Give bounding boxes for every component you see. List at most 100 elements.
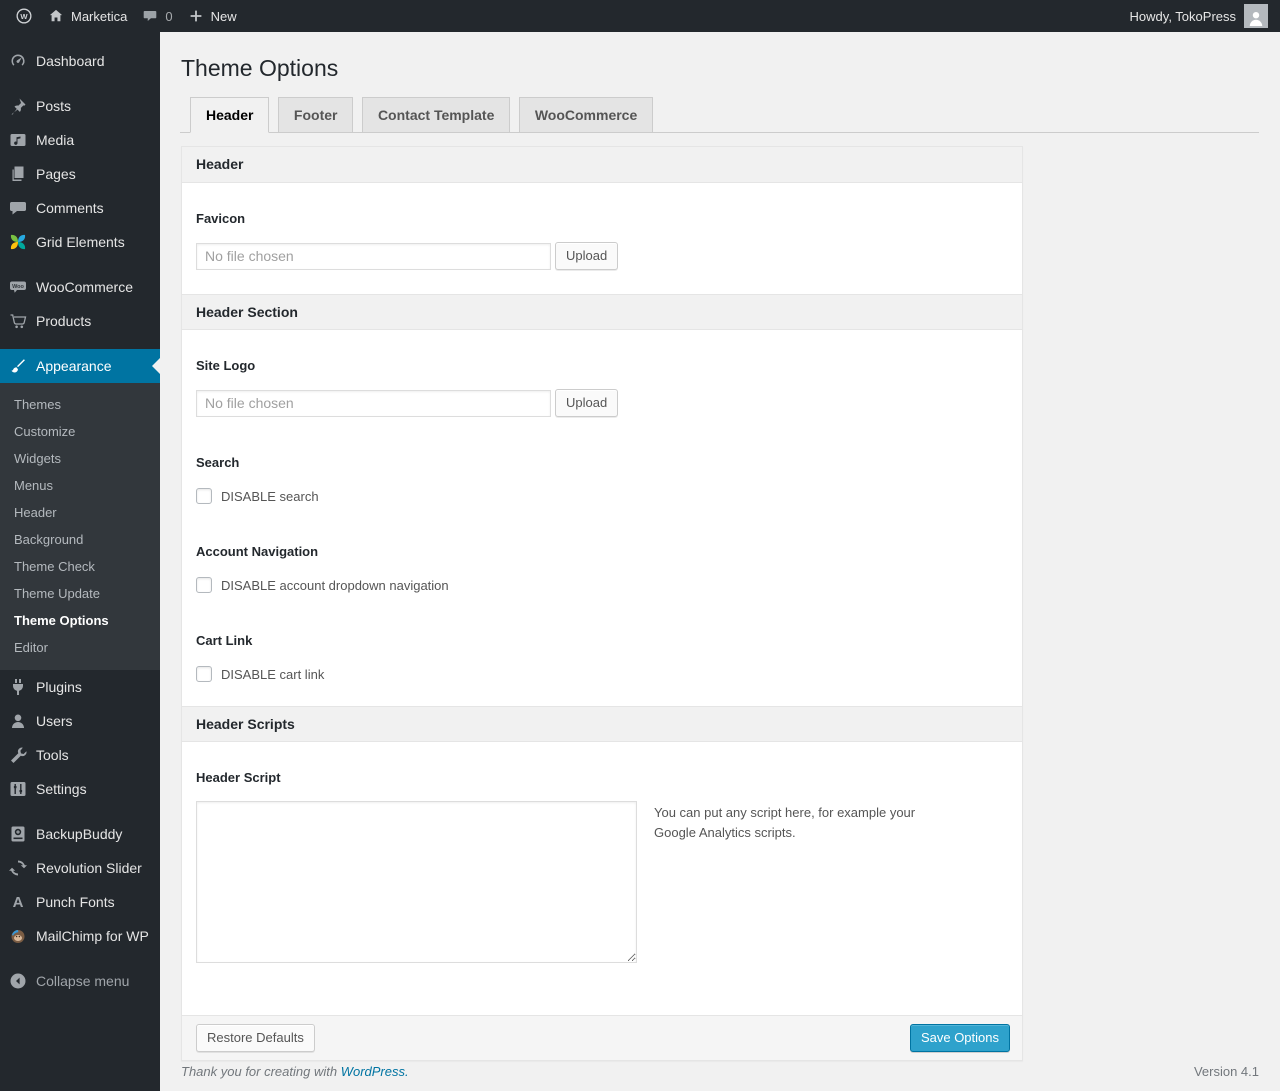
sidebar-item-label: Posts xyxy=(36,98,72,114)
main-content: Theme Options Header Footer Contact Temp… xyxy=(160,32,1280,1091)
submenu-item-editor[interactable]: Editor xyxy=(0,634,160,661)
tab-footer[interactable]: Footer xyxy=(277,97,354,133)
sidebar-item-settings[interactable]: Settings xyxy=(0,772,160,806)
restore-defaults-button[interactable]: Restore Defaults xyxy=(196,1024,315,1052)
tab-woocommerce[interactable]: WooCommerce xyxy=(518,97,654,133)
wordpress-admin-page: W Marketica 0 New Howdy, TokoPress Dashb… xyxy=(0,0,1280,1091)
submenu-item-customize[interactable]: Customize xyxy=(0,418,160,445)
sidebar-item-label: Products xyxy=(36,313,92,329)
tab-bar: Header Footer Contact Template WooCommer… xyxy=(180,97,1259,133)
submenu-item-menus[interactable]: Menus xyxy=(0,472,160,499)
sidebar-item-plugins[interactable]: Plugins xyxy=(0,670,160,704)
disable-account-nav-checkbox[interactable] xyxy=(196,577,212,593)
favicon-label: Favicon xyxy=(196,211,246,226)
sidebar-item-label: MailChimp for WP xyxy=(36,928,149,944)
plugin-icon xyxy=(8,677,28,697)
new-label: New xyxy=(210,8,237,24)
submenu-item-header[interactable]: Header xyxy=(0,499,160,526)
section-body-header-section: Site Logo Upload Search DISABLE search A… xyxy=(182,330,1022,706)
site-logo-upload-button[interactable]: Upload xyxy=(555,389,619,417)
sidebar-item-users[interactable]: Users xyxy=(0,704,160,738)
howdy-account-link[interactable]: Howdy, TokoPress xyxy=(1130,9,1236,24)
site-logo-field: Site Logo Upload xyxy=(196,358,1008,417)
submenu-item-background[interactable]: Background xyxy=(0,526,160,553)
section-header-header-scripts: Header Scripts xyxy=(182,706,1022,742)
sidebar-item-label: Users xyxy=(36,713,73,729)
site-link[interactable]: Marketica xyxy=(40,0,134,32)
active-menu-arrow xyxy=(144,358,160,374)
sidebar-item-dashboard[interactable]: Dashboard xyxy=(0,44,160,78)
sidebar-item-mailchimp[interactable]: MailChimp for WP xyxy=(0,919,160,953)
new-content-button[interactable]: New xyxy=(180,0,244,32)
header-script-help-text: You can put any script here, for example… xyxy=(654,805,916,841)
submenu-item-theme-check[interactable]: Theme Check xyxy=(0,553,160,580)
favicon-file-input[interactable] xyxy=(196,242,551,270)
save-options-button[interactable]: Save Options xyxy=(909,1024,1010,1052)
submenu-item-theme-options[interactable]: Theme Options xyxy=(0,607,160,634)
pin-icon xyxy=(8,96,28,116)
wordpress-link[interactable]: WordPress. xyxy=(341,1064,409,1079)
header-script-textarea[interactable] xyxy=(196,801,637,963)
revolution-slider-icon xyxy=(8,858,28,878)
sidebar-item-label: Pages xyxy=(36,166,76,182)
favicon-upload-button[interactable]: Upload xyxy=(555,242,619,270)
sidebar-item-revolution-slider[interactable]: Revolution Slider xyxy=(0,851,160,885)
grid-elements-icon xyxy=(8,232,28,252)
cart-link-label: Cart Link xyxy=(196,633,253,648)
sidebar-item-appearance[interactable]: Appearance xyxy=(0,349,160,383)
wrench-icon xyxy=(8,745,28,765)
comments-shortcut[interactable]: 0 xyxy=(134,0,179,32)
sidebar-item-backupbuddy[interactable]: BackupBuddy xyxy=(0,817,160,851)
submenu-item-themes[interactable]: Themes xyxy=(0,391,160,418)
disable-search-label: DISABLE search xyxy=(221,488,319,504)
footer-version: Version 4.1 xyxy=(1193,1064,1259,1079)
sidebar-item-label: Dashboard xyxy=(36,53,105,69)
wordpress-logo-icon: W xyxy=(16,8,32,24)
section-header-header-section: Header Section xyxy=(182,294,1022,330)
avatar[interactable] xyxy=(1244,4,1268,28)
sidebar-item-tools[interactable]: Tools xyxy=(0,738,160,772)
sidebar-item-label: Tools xyxy=(36,747,69,763)
sidebar-item-products[interactable]: Products xyxy=(0,304,160,338)
cart-icon xyxy=(8,311,28,331)
site-logo-label: Site Logo xyxy=(196,358,256,373)
sidebar-item-label: Appearance xyxy=(36,358,112,374)
search-label: Search xyxy=(196,455,240,470)
disable-search-checkbox[interactable] xyxy=(196,488,212,504)
site-name: Marketica xyxy=(71,8,128,24)
sidebar-item-media[interactable]: Media xyxy=(0,123,160,157)
collapse-menu-button[interactable]: Collapse menu xyxy=(0,964,160,998)
tab-contact-template[interactable]: Contact Template xyxy=(361,97,511,133)
home-icon xyxy=(49,9,63,22)
favicon-field: Favicon Upload xyxy=(196,211,1008,270)
sidebar-item-grid-elements[interactable]: Grid Elements xyxy=(0,225,160,259)
sidebar-item-woocommerce[interactable]: Woo WooCommerce xyxy=(0,270,160,304)
submenu-item-widgets[interactable]: Widgets xyxy=(0,445,160,472)
sidebar-item-posts[interactable]: Posts xyxy=(0,89,160,123)
panel-footer: Restore Defaults Save Options xyxy=(182,1015,1022,1060)
tab-header[interactable]: Header xyxy=(190,97,270,133)
mailchimp-icon xyxy=(8,926,28,946)
collapse-menu-label: Collapse menu xyxy=(36,973,130,989)
plus-icon xyxy=(190,10,201,22)
admin-sidebar: Dashboard Posts Media Pages Comments Gri… xyxy=(0,32,160,1091)
sidebar-item-label: BackupBuddy xyxy=(36,826,123,842)
search-field: Search DISABLE search xyxy=(196,455,1008,504)
sidebar-item-label: Revolution Slider xyxy=(36,860,142,876)
header-script-field: Header Script You can put any script her… xyxy=(196,770,1008,963)
submenu-item-theme-update[interactable]: Theme Update xyxy=(0,580,160,607)
sidebar-item-punch-fonts[interactable]: A Punch Fonts xyxy=(0,885,160,919)
admin-bar: W Marketica 0 New Howdy, TokoPress xyxy=(0,0,1280,32)
pages-icon xyxy=(8,164,28,184)
section-body-header-scripts: Header Script You can put any script her… xyxy=(182,742,1022,1015)
sidebar-item-comments[interactable]: Comments xyxy=(0,191,160,225)
site-logo-file-input[interactable] xyxy=(196,389,551,417)
disable-cart-link-label: DISABLE cart link xyxy=(221,666,325,682)
wordpress-logo-button[interactable]: W xyxy=(8,0,40,32)
sidebar-item-pages[interactable]: Pages xyxy=(0,157,160,191)
theme-options-panel: Header Favicon Upload Header Section Sit… xyxy=(181,146,1023,1061)
svg-text:Woo: Woo xyxy=(12,284,24,290)
sidebar-item-label: WooCommerce xyxy=(36,279,133,295)
disable-cart-link-checkbox[interactable] xyxy=(196,666,212,682)
sidebar-item-label: Settings xyxy=(36,781,87,797)
